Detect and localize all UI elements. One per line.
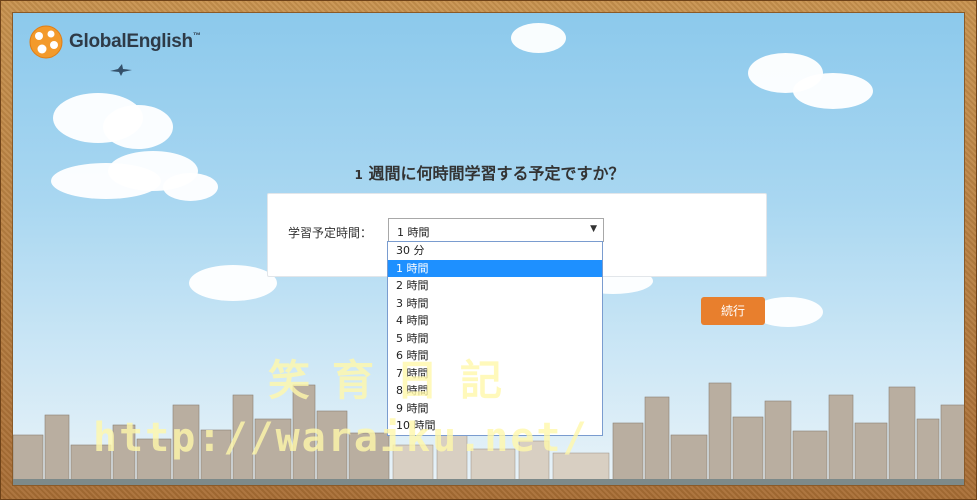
globe-logo-icon	[29, 25, 63, 59]
dropdown-option[interactable]: 2 時間	[388, 277, 602, 295]
study-time-select[interactable]: 1 時間 ▼	[388, 218, 604, 242]
brand-logo[interactable]: GlobalEnglish™	[29, 25, 201, 59]
selected-value: 1 時間	[397, 226, 430, 239]
dropdown-option[interactable]: 5 時間	[388, 330, 602, 348]
watermark-title: 笑育日記	[268, 356, 525, 405]
study-time-label: 学習予定時間：	[288, 226, 373, 240]
brand-name: GlobalEnglish™	[69, 31, 201, 52]
dropdown-option-selected[interactable]: 1 時間	[388, 259, 602, 277]
continue-button[interactable]: 続行	[701, 297, 765, 325]
watermark-url: http://waraiku.net/	[93, 415, 589, 461]
dropdown-option[interactable]: 3 時間	[388, 295, 602, 313]
bird-icon	[110, 64, 132, 76]
sky-background: GlobalEnglish™ 1 週間に何時間学習する予定ですか？ 学習予定時間…	[12, 12, 965, 486]
dropdown-option[interactable]: 30 分	[388, 242, 602, 260]
dropdown-option[interactable]: 4 時間	[388, 312, 602, 330]
chevron-down-icon: ▼	[590, 224, 597, 234]
page-question: 1 週間に何時間学習する予定ですか？	[354, 164, 625, 183]
